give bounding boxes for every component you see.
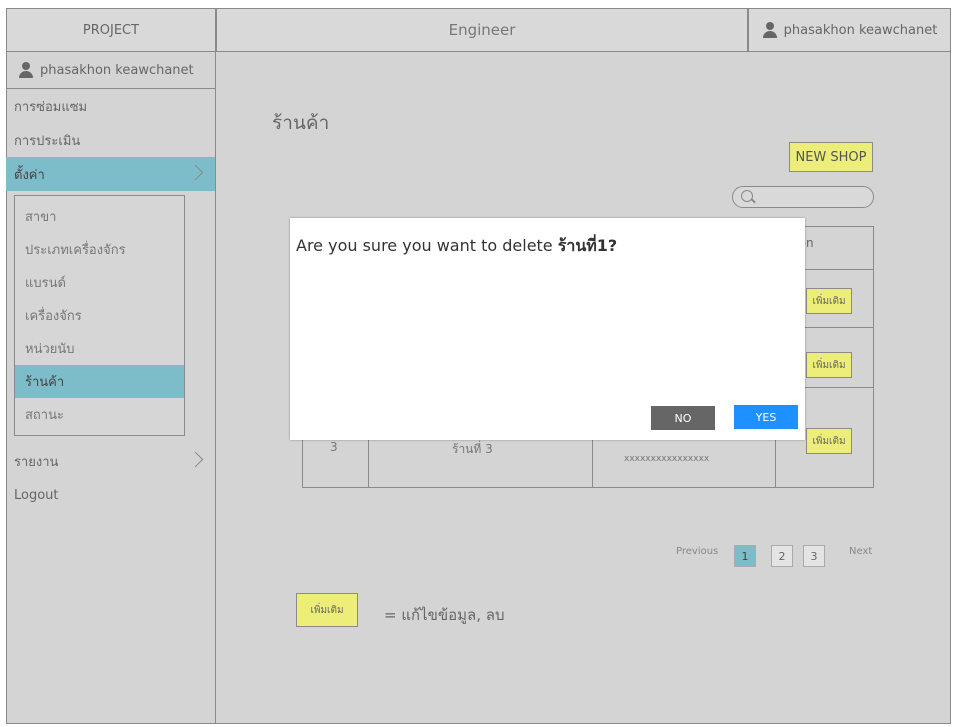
sidebar-item-label: การซ่อมแซม bbox=[14, 99, 88, 115]
sidebar-item-label: รายงาน bbox=[14, 454, 59, 470]
submenu-item-label: ร้านค้า bbox=[25, 375, 65, 390]
dialog-message: Are you sure you want to delete ร้านที่1… bbox=[296, 234, 617, 259]
dialog-target: ร้านที่1? bbox=[557, 236, 618, 255]
sidebar-item-settings[interactable]: ตั้งค่า bbox=[6, 157, 215, 191]
legend-text: = แก้ไขข้อมูล, ลบ bbox=[384, 606, 505, 624]
submenu-item-label: เครื่องจักร bbox=[25, 309, 82, 324]
submenu-item-branch[interactable]: สาขา bbox=[15, 200, 184, 233]
submenu-item-label: แบรนด์ bbox=[25, 276, 66, 291]
table-cell-no: 3 bbox=[330, 440, 338, 454]
sidebar-item-logout[interactable]: Logout bbox=[6, 478, 215, 512]
sidebar-item-label: Logout bbox=[14, 487, 59, 503]
edit-button[interactable]: เพิ่มเติม bbox=[806, 288, 852, 314]
chevron-right-icon bbox=[187, 164, 204, 181]
project-text: PROJECT bbox=[82, 22, 140, 38]
submenu-item-label: ประเภทเครื่องจักร bbox=[25, 243, 126, 258]
page-title: ร้านค้า bbox=[272, 112, 330, 134]
sidebar-item-assessment[interactable]: การประเมิน bbox=[6, 123, 215, 157]
submenu-item-brand[interactable]: แบรนด์ bbox=[15, 266, 184, 299]
submenu-item-status[interactable]: สถานะ bbox=[15, 398, 184, 431]
table-cell-detail: xxxxxxxxxxxxxxxx bbox=[624, 454, 710, 464]
user-icon bbox=[18, 62, 34, 78]
sidebar-item-report[interactable]: รายงาน bbox=[6, 444, 215, 478]
submenu-item-machine[interactable]: เครื่องจักร bbox=[15, 299, 184, 332]
chevron-right-icon bbox=[187, 451, 204, 468]
app-title: Engineer bbox=[216, 8, 748, 52]
header-user-name: phasakhon keawchanet bbox=[783, 22, 938, 38]
submenu-item-machine-type[interactable]: ประเภทเครื่องจักร bbox=[15, 233, 184, 266]
sidebar: phasakhon keawchanet การซ่อมแซม การประเม… bbox=[6, 52, 216, 724]
project-label: PROJECT bbox=[6, 8, 216, 52]
submenu-item-shop[interactable]: ร้านค้า bbox=[15, 365, 184, 398]
sidebar-user[interactable]: phasakhon keawchanet bbox=[6, 52, 215, 89]
edit-button[interactable]: เพิ่มเติม bbox=[806, 352, 852, 378]
submenu-item-label: สาขา bbox=[25, 210, 57, 225]
sidebar-item-repair[interactable]: การซ่อมแซม bbox=[6, 89, 215, 123]
header-user[interactable]: phasakhon keawchanet bbox=[748, 8, 951, 52]
edit-button[interactable]: เพิ่มเติม bbox=[806, 428, 852, 454]
table-cell-name: ร้านที่ 3 bbox=[452, 442, 493, 456]
pager-page-2[interactable]: 2 bbox=[771, 545, 793, 567]
pager-previous[interactable]: Previous bbox=[676, 546, 718, 557]
sidebar-item-label: การประเมิน bbox=[14, 133, 81, 149]
delete-confirm-dialog: Are you sure you want to delete ร้านที่1… bbox=[290, 218, 805, 440]
submenu-item-unit[interactable]: หน่วยนับ bbox=[15, 332, 184, 365]
legend-edit-button: เพิ่มเติม bbox=[296, 593, 358, 627]
new-shop-button[interactable]: NEW SHOP bbox=[789, 142, 873, 172]
dialog-message-text: Are you sure you want to delete bbox=[296, 236, 558, 255]
yes-button[interactable]: YES bbox=[734, 405, 798, 429]
pager-page-3[interactable]: 3 bbox=[803, 545, 825, 567]
search-input[interactable] bbox=[732, 186, 874, 208]
pager-next[interactable]: Next bbox=[849, 546, 872, 557]
search-icon bbox=[741, 190, 753, 202]
submenu-item-label: สถานะ bbox=[25, 408, 64, 423]
settings-submenu: สาขา ประเภทเครื่องจักร แบรนด์ เครื่องจัก… bbox=[14, 195, 185, 436]
sidebar-user-name: phasakhon keawchanet bbox=[40, 62, 194, 78]
submenu-item-label: หน่วยนับ bbox=[25, 342, 75, 357]
pager-page-1[interactable]: 1 bbox=[734, 545, 756, 567]
sidebar-item-label: ตั้งค่า bbox=[14, 167, 45, 183]
user-icon bbox=[762, 22, 778, 38]
app-title-text: Engineer bbox=[448, 21, 516, 39]
no-button[interactable]: NO bbox=[651, 406, 715, 430]
